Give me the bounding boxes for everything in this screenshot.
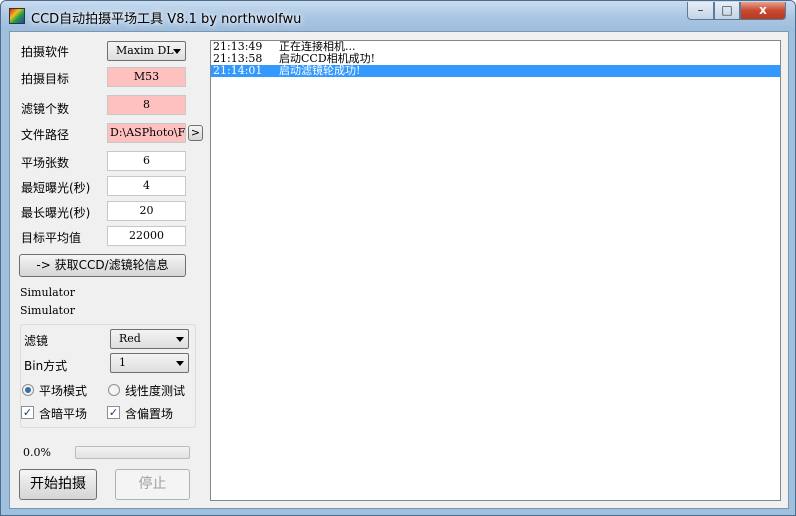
include-bias-checkbox[interactable]: ✓ [107, 406, 120, 419]
target-average-input[interactable]: 22000 [107, 226, 186, 246]
target-input[interactable]: M53 [107, 67, 186, 87]
bin-label: Bin方式 [24, 359, 68, 373]
progress-text: 0.0% [23, 446, 51, 459]
bin-select-value: 1 [119, 356, 126, 369]
filter-wheel-device-name: Simulator [20, 304, 75, 317]
checkmark-icon: ✓ [108, 406, 119, 419]
ccd-device-name: Simulator [20, 286, 75, 299]
software-select[interactable]: Maxim DL [107, 41, 186, 61]
software-label: 拍摄软件 [21, 45, 70, 59]
min-exposure-input[interactable]: 4 [107, 176, 186, 196]
bin-select[interactable]: 1 [110, 353, 189, 373]
start-capture-button[interactable]: 开始拍摄 [19, 469, 97, 500]
chevron-down-icon [176, 361, 184, 366]
app-window: CCD自动拍摄平场工具 V8.1 by northwolfwu – □ x 拍摄… [0, 0, 796, 516]
chevron-down-icon [176, 337, 184, 342]
include-bias-label[interactable]: 含偏置场 [125, 405, 173, 422]
log-list[interactable]: 21:13:49 正在连接相机... 21:13:58 启动CCD相机成功! 2… [210, 40, 781, 501]
max-exposure-input[interactable]: 20 [107, 201, 186, 221]
minimize-button[interactable]: – [687, 2, 714, 20]
log-time: 21:14:01 [213, 64, 263, 77]
stop-button[interactable]: 停止 [115, 469, 190, 500]
include-dark-label[interactable]: 含暗平场 [39, 405, 87, 422]
linearity-test-label[interactable]: 线性度测试 [125, 382, 185, 399]
filter-select-value: Red [119, 332, 141, 345]
filter-select[interactable]: Red [110, 329, 189, 349]
filter-count-label: 滤镜个数 [21, 102, 70, 116]
target-average-label: 目标平均值 [21, 231, 82, 245]
flats-count-input[interactable]: 6 [107, 151, 186, 171]
flats-count-label: 平场张数 [21, 156, 70, 170]
linearity-test-radio[interactable] [108, 384, 120, 396]
close-button[interactable]: x [740, 2, 786, 20]
min-exposure-label: 最短曝光(秒) [21, 181, 91, 195]
get-device-info-button[interactable]: -> 获取CCD/滤镜轮信息 [19, 254, 186, 277]
client-area: 拍摄软件 Maxim DL 拍摄目标 M53 滤镜个数 8 文件路径 D:\AS… [9, 31, 789, 509]
checkmark-icon: ✓ [22, 406, 33, 419]
flat-mode-label[interactable]: 平场模式 [39, 382, 87, 399]
filter-label: 滤镜 [24, 334, 49, 348]
path-label: 文件路径 [21, 128, 70, 142]
path-input[interactable]: D:\ASPhoto\F [107, 123, 186, 143]
software-select-value: Maxim DL [116, 44, 174, 57]
chevron-down-icon [173, 49, 181, 54]
include-dark-checkbox[interactable]: ✓ [21, 406, 34, 419]
browse-button[interactable]: > [188, 125, 203, 141]
app-icon[interactable] [9, 8, 25, 24]
window-title: CCD自动拍摄平场工具 V8.1 by northwolfwu [31, 12, 302, 27]
log-message: 启动滤镜轮成功! [279, 64, 361, 77]
log-entry-selected[interactable]: 21:14:01 启动滤镜轮成功! [211, 65, 780, 77]
maximize-button[interactable]: □ [714, 2, 740, 20]
max-exposure-label: 最长曝光(秒) [21, 206, 91, 220]
progress-bar [75, 446, 190, 459]
target-label: 拍摄目标 [21, 72, 70, 86]
filter-count-input[interactable]: 8 [107, 95, 186, 115]
title-bar[interactable]: CCD自动拍摄平场工具 V8.1 by northwolfwu – □ x [1, 1, 795, 31]
flat-mode-radio[interactable] [22, 384, 34, 396]
